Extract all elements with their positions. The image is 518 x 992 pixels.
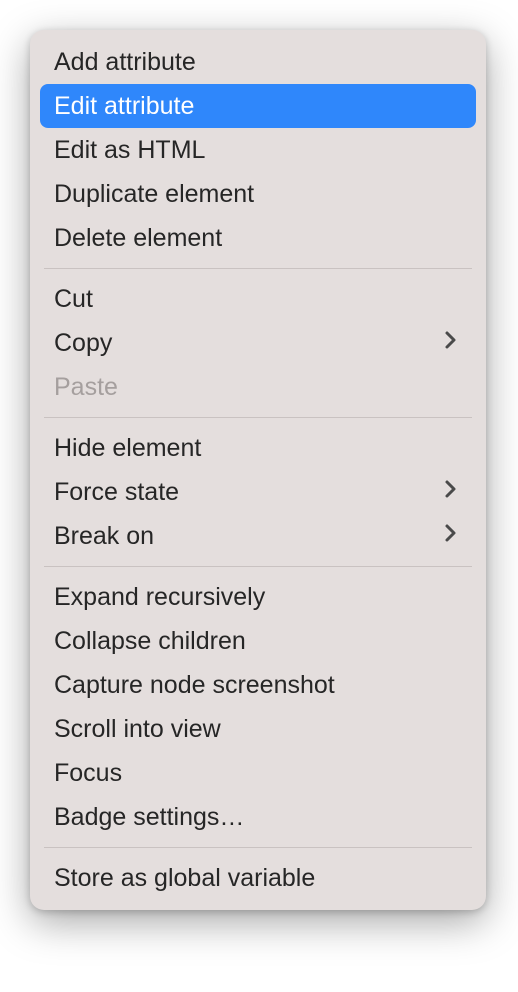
chevron-right-icon	[444, 523, 462, 549]
menu-item-label: Force state	[54, 477, 179, 507]
menu-item-label: Break on	[54, 521, 154, 551]
menu-item-label: Edit as HTML	[54, 135, 205, 165]
menu-item-label: Badge settings…	[54, 802, 244, 832]
menu-item-duplicate-element[interactable]: Duplicate element	[30, 172, 486, 216]
menu-item-label: Focus	[54, 758, 122, 788]
menu-item-expand-recursively[interactable]: Expand recursively	[30, 575, 486, 619]
menu-item-hide-element[interactable]: Hide element	[30, 426, 486, 470]
menu-item-copy[interactable]: Copy	[30, 321, 486, 365]
context-menu: Add attribute Edit attribute Edit as HTM…	[30, 30, 486, 910]
menu-item-add-attribute[interactable]: Add attribute	[30, 40, 486, 84]
chevron-right-icon	[444, 330, 462, 356]
menu-item-store-as-global-variable[interactable]: Store as global variable	[30, 856, 486, 900]
divider	[44, 268, 472, 269]
menu-item-badge-settings[interactable]: Badge settings…	[30, 795, 486, 839]
menu-item-label: Hide element	[54, 433, 201, 463]
menu-item-label: Duplicate element	[54, 179, 254, 209]
divider	[44, 847, 472, 848]
menu-item-focus[interactable]: Focus	[30, 751, 486, 795]
menu-item-label: Capture node screenshot	[54, 670, 335, 700]
menu-item-paste: Paste	[30, 365, 486, 409]
chevron-right-icon	[444, 479, 462, 505]
menu-item-cut[interactable]: Cut	[30, 277, 486, 321]
menu-item-capture-node-screenshot[interactable]: Capture node screenshot	[30, 663, 486, 707]
menu-item-edit-attribute[interactable]: Edit attribute	[40, 84, 476, 128]
menu-item-label: Store as global variable	[54, 863, 315, 893]
menu-item-delete-element[interactable]: Delete element	[30, 216, 486, 260]
menu-item-break-on[interactable]: Break on	[30, 514, 486, 558]
menu-item-label: Add attribute	[54, 47, 196, 77]
menu-item-label: Copy	[54, 328, 112, 358]
menu-item-label: Expand recursively	[54, 582, 265, 612]
menu-item-label: Paste	[54, 372, 118, 402]
menu-item-force-state[interactable]: Force state	[30, 470, 486, 514]
menu-item-label: Edit attribute	[54, 91, 194, 121]
menu-item-edit-as-html[interactable]: Edit as HTML	[30, 128, 486, 172]
divider	[44, 417, 472, 418]
divider	[44, 566, 472, 567]
menu-item-collapse-children[interactable]: Collapse children	[30, 619, 486, 663]
menu-item-scroll-into-view[interactable]: Scroll into view	[30, 707, 486, 751]
menu-item-label: Scroll into view	[54, 714, 221, 744]
menu-item-label: Delete element	[54, 223, 222, 253]
menu-item-label: Collapse children	[54, 626, 246, 656]
menu-item-label: Cut	[54, 284, 93, 314]
